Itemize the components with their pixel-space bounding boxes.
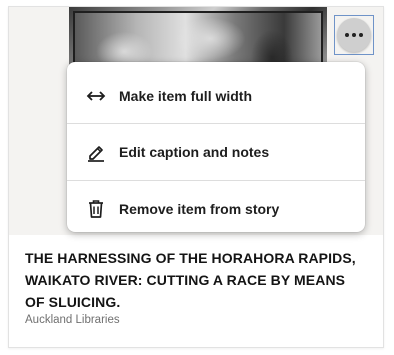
item-caption: THE HARNESSING OF THE HORAHORA RAPIDS, W…: [25, 250, 356, 310]
item-source: Auckland Libraries: [25, 314, 120, 326]
item-options-menu: Make item full width Edit caption and no…: [67, 62, 365, 232]
more-options-circle: [337, 18, 371, 52]
trash-icon: [85, 198, 107, 220]
pencil-icon: [85, 141, 107, 163]
menu-item-label: Make item full width: [119, 88, 253, 104]
more-options-button[interactable]: [334, 15, 374, 55]
menu-item-make-full-width[interactable]: Make item full width: [67, 68, 365, 124]
ellipsis-icon: [345, 33, 363, 37]
menu-item-label: Edit caption and notes: [119, 144, 270, 160]
menu-item-label: Remove item from story: [119, 201, 280, 217]
menu-item-edit-caption[interactable]: Edit caption and notes: [67, 124, 365, 180]
arrows-horizontal-icon: [85, 85, 107, 107]
menu-item-remove-from-story[interactable]: Remove item from story: [67, 181, 365, 237]
